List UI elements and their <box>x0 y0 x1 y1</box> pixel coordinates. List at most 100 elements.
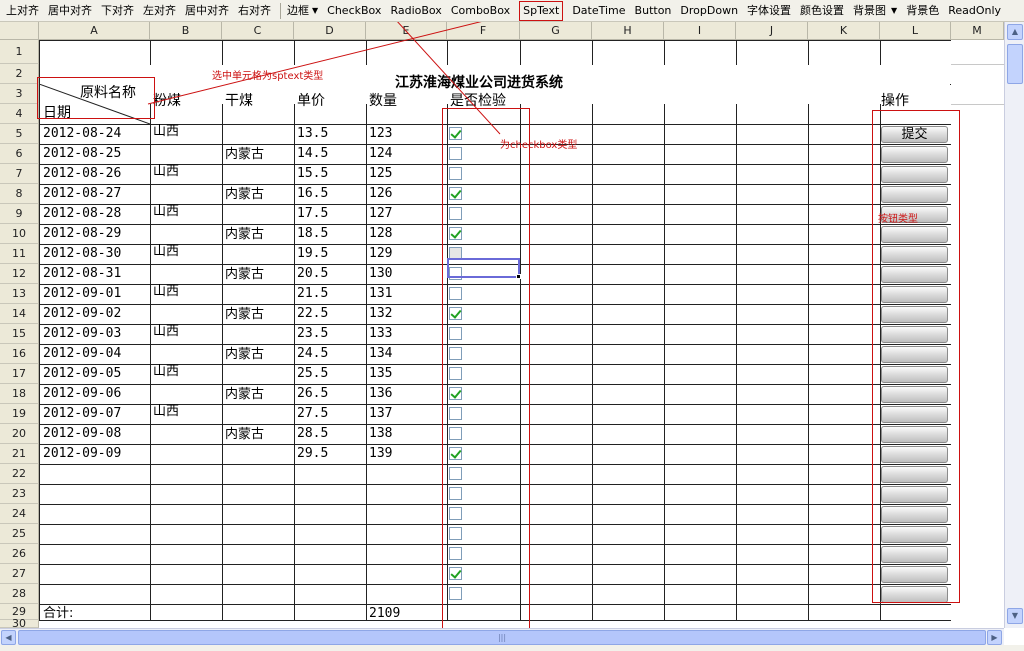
quantity-cell[interactable]: 133 <box>369 325 392 343</box>
radiobox-type-button[interactable]: RadioBox <box>390 2 441 20</box>
quantity-cell[interactable]: 127 <box>369 205 392 223</box>
row-header-14[interactable]: 14 <box>0 304 39 324</box>
align-center-button[interactable]: 居中对齐 <box>185 2 229 20</box>
price-cell[interactable]: 21.5 <box>297 285 328 303</box>
column-header-d[interactable]: D <box>294 22 366 40</box>
row-header-1[interactable]: 1 <box>0 40 39 64</box>
powder-coal-cell[interactable]: 山西 <box>153 243 179 261</box>
row-header-2[interactable]: 2 <box>0 64 39 84</box>
dry-coal-cell[interactable]: 内蒙古 <box>225 266 264 284</box>
row-header-23[interactable]: 23 <box>0 484 39 504</box>
date-cell[interactable]: 2012-08-27 <box>43 185 121 203</box>
quantity-cell[interactable]: 130 <box>369 265 392 283</box>
background-image-button[interactable]: 背景图 <box>853 2 886 20</box>
column-header-g[interactable]: G <box>520 22 592 40</box>
price-cell[interactable]: 13.5 <box>297 125 328 143</box>
row-header-25[interactable]: 25 <box>0 524 39 544</box>
column-header-l[interactable]: L <box>880 22 951 40</box>
date-cell[interactable]: 2012-08-26 <box>43 165 121 183</box>
date-cell[interactable]: 2012-09-02 <box>43 305 121 323</box>
price-cell[interactable]: 22.5 <box>297 305 328 323</box>
row-header-26[interactable]: 26 <box>0 544 39 564</box>
column-header-c[interactable]: C <box>222 22 294 40</box>
align-left-button[interactable]: 左对齐 <box>143 2 176 20</box>
price-cell[interactable]: 27.5 <box>297 405 328 423</box>
date-cell[interactable]: 2012-09-03 <box>43 325 121 343</box>
price-cell[interactable]: 24.5 <box>297 345 328 363</box>
column-header-m[interactable]: M <box>951 22 1004 40</box>
row-header-20[interactable]: 20 <box>0 424 39 444</box>
row-header-19[interactable]: 19 <box>0 404 39 424</box>
dry-coal-cell[interactable]: 内蒙古 <box>225 386 264 404</box>
quantity-cell[interactable]: 138 <box>369 425 392 443</box>
row-header-17[interactable]: 17 <box>0 364 39 384</box>
date-cell[interactable]: 2012-09-09 <box>43 445 121 463</box>
price-cell[interactable]: 25.5 <box>297 365 328 383</box>
row-header-18[interactable]: 18 <box>0 384 39 404</box>
column-header-a[interactable]: A <box>39 22 150 40</box>
date-cell[interactable]: 2012-09-05 <box>43 365 121 383</box>
quantity-cell[interactable]: 136 <box>369 385 392 403</box>
date-cell[interactable]: 2012-08-28 <box>43 205 121 223</box>
powder-coal-cell[interactable]: 山西 <box>153 323 179 341</box>
row-header-8[interactable]: 8 <box>0 184 39 204</box>
vertical-scrollbar[interactable]: ▲ ▼ <box>1004 22 1024 628</box>
price-cell[interactable]: 28.5 <box>297 425 328 443</box>
row-header-16[interactable]: 16 <box>0 344 39 364</box>
row-header-24[interactable]: 24 <box>0 504 39 524</box>
price-cell[interactable]: 20.5 <box>297 265 328 283</box>
powder-coal-cell[interactable]: 山西 <box>153 283 179 301</box>
scroll-right-icon[interactable]: ▶ <box>987 630 1002 645</box>
date-cell[interactable]: 2012-08-29 <box>43 225 121 243</box>
row-header-21[interactable]: 21 <box>0 444 39 464</box>
row-header-13[interactable]: 13 <box>0 284 39 304</box>
quantity-cell[interactable]: 135 <box>369 365 392 383</box>
price-cell[interactable]: 16.5 <box>297 185 328 203</box>
price-cell[interactable]: 15.5 <box>297 165 328 183</box>
row-header-9[interactable]: 9 <box>0 204 39 224</box>
dry-coal-cell[interactable]: 内蒙古 <box>225 426 264 444</box>
dry-coal-cell[interactable]: 内蒙古 <box>225 306 264 324</box>
dropdown-type-button[interactable]: DropDown <box>680 2 738 20</box>
quantity-cell[interactable]: 132 <box>369 305 392 323</box>
powder-coal-cell[interactable]: 山西 <box>153 403 179 421</box>
column-header-b[interactable]: B <box>150 22 222 40</box>
dry-coal-cell[interactable]: 内蒙古 <box>225 146 264 164</box>
select-all-corner[interactable] <box>0 22 39 40</box>
price-cell[interactable]: 29.5 <box>297 445 328 463</box>
powder-coal-cell[interactable]: 山西 <box>153 203 179 221</box>
powder-coal-cell[interactable]: 山西 <box>153 363 179 381</box>
date-cell[interactable]: 2012-08-31 <box>43 265 121 283</box>
column-header-i[interactable]: I <box>664 22 736 40</box>
quantity-cell[interactable]: 129 <box>369 245 392 263</box>
dry-coal-cell[interactable]: 内蒙古 <box>225 226 264 244</box>
row-header-28[interactable]: 28 <box>0 584 39 604</box>
column-header-j[interactable]: J <box>736 22 808 40</box>
date-cell[interactable]: 2012-09-04 <box>43 345 121 363</box>
align-middle-button[interactable]: 居中对齐 <box>48 2 92 20</box>
row-header-27[interactable]: 27 <box>0 564 39 584</box>
price-cell[interactable]: 19.5 <box>297 245 328 263</box>
column-header-h[interactable]: H <box>592 22 664 40</box>
row-header-11[interactable]: 11 <box>0 244 39 264</box>
quantity-cell[interactable]: 134 <box>369 345 392 363</box>
align-right-button[interactable]: 右对齐 <box>238 2 271 20</box>
color-settings-button[interactable]: 颜色设置 <box>800 2 844 20</box>
datetime-type-button[interactable]: DateTime <box>572 2 625 20</box>
date-cell[interactable]: 2012-09-01 <box>43 285 121 303</box>
row-header-10[interactable]: 10 <box>0 224 39 244</box>
powder-coal-cell[interactable]: 山西 <box>153 163 179 181</box>
dry-coal-cell[interactable]: 内蒙古 <box>225 186 264 204</box>
quantity-cell[interactable]: 126 <box>369 185 392 203</box>
horizontal-scrollbar[interactable]: ◀ ||| ▶ <box>0 628 1004 645</box>
row-header-5[interactable]: 5 <box>0 124 39 144</box>
align-top-button[interactable]: 上对齐 <box>6 2 39 20</box>
price-cell[interactable]: 17.5 <box>297 205 328 223</box>
scroll-up-icon[interactable]: ▲ <box>1007 24 1023 40</box>
scroll-left-icon[interactable]: ◀ <box>1 630 16 645</box>
price-cell[interactable]: 18.5 <box>297 225 328 243</box>
row-header-15[interactable]: 15 <box>0 324 39 344</box>
vertical-scroll-thumb[interactable] <box>1007 44 1023 84</box>
date-cell[interactable]: 2012-09-07 <box>43 405 121 423</box>
price-cell[interactable]: 26.5 <box>297 385 328 403</box>
